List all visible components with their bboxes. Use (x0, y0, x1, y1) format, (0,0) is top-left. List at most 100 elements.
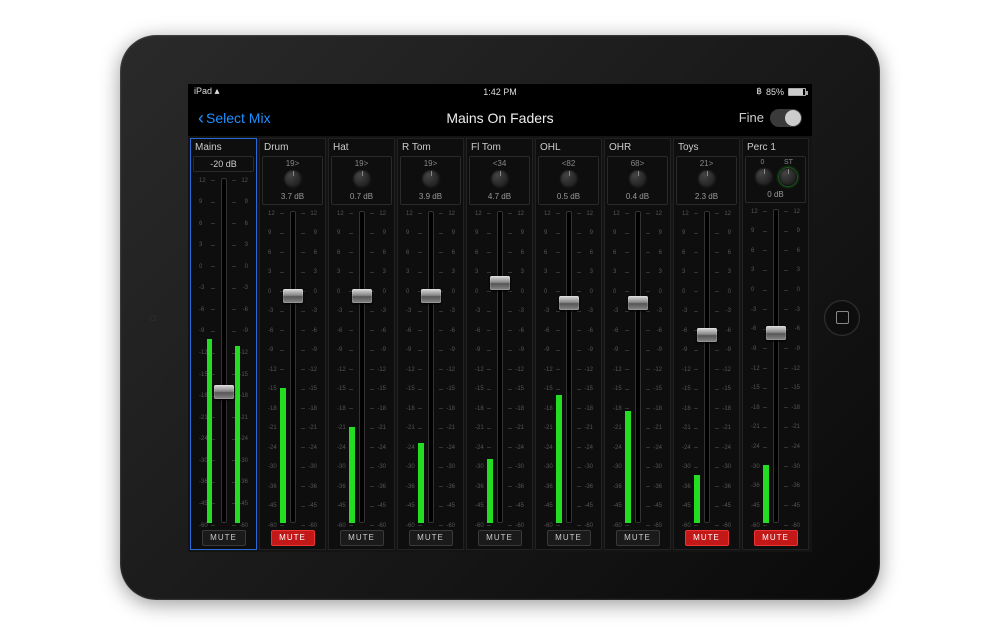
fader-area: 121299663300-3-3-6-6-9-9-12-12-15-15-18-… (331, 207, 392, 527)
fader-track[interactable] (290, 211, 296, 523)
fader-track[interactable] (773, 209, 779, 523)
channel-name: Toys (676, 142, 699, 154)
level-meter (763, 465, 769, 523)
pan-knob[interactable] (698, 170, 716, 188)
pan-knob[interactable] (422, 170, 440, 188)
channel-strip: Fl Tom<344.7 dB121299663300-3-3-6-6-9-9-… (466, 138, 533, 550)
pan-knob[interactable] (491, 170, 509, 188)
pan-value: 19> (424, 159, 438, 168)
scale-tick: -60-60 (199, 523, 248, 529)
fader-cap[interactable] (421, 289, 441, 303)
screen: iPad ▴ 1:42 PM ฿ 85% ‹ Select Mix Mains … (188, 84, 812, 552)
fader-cap[interactable] (559, 296, 579, 310)
battery-icon (788, 88, 806, 96)
channel-strip: Toys21>2.3 dB121299663300-3-3-6-6-9-9-12… (673, 138, 740, 550)
camera-dot (150, 315, 156, 321)
fader-cap[interactable] (766, 326, 786, 340)
fader-track[interactable] (428, 211, 434, 523)
fader-track[interactable] (635, 211, 641, 523)
level-meter (556, 395, 562, 523)
pan-knob[interactable] (353, 170, 371, 188)
fader-area: 121299663300-3-3-6-6-9-9-12-12-15-15-18-… (538, 207, 599, 527)
mute-button[interactable]: MUTE (616, 530, 660, 546)
home-button[interactable] (824, 300, 860, 336)
fader-area: 121299663300-3-3-6-6-9-9-12-12-15-15-18-… (745, 205, 806, 527)
channel-strip: OHR 68>0.4 dB121299663300-3-3-6-6-9-9-12-… (604, 138, 671, 550)
level-meter (235, 346, 240, 523)
channel-name: Hat (331, 142, 349, 154)
level-meter (207, 339, 212, 523)
pan-box: 19>0.7 dB (331, 156, 392, 205)
fader-track[interactable] (566, 211, 572, 523)
mixer: Mains-20 dB121299663300-3-3-6-6-9-9-12-1… (188, 136, 812, 552)
channel-strip: Hat 19>0.7 dB121299663300-3-3-6-6-9-9-12-… (328, 138, 395, 550)
pan-box: <344.7 dB (469, 156, 530, 205)
fader-cap[interactable] (628, 296, 648, 310)
fader-track[interactable] (359, 211, 365, 523)
pan-box: 19>3.7 dB (262, 156, 323, 205)
scale-tick: -60-60 (544, 523, 593, 529)
pan-value: 19> (355, 159, 369, 168)
scale-tick: -60-60 (406, 523, 455, 529)
pan-box: 21>2.3 dB (676, 156, 737, 205)
pan-box: <82 0.5 dB (538, 156, 599, 205)
mute-button[interactable]: MUTE (547, 530, 591, 546)
fader-cap[interactable] (214, 385, 234, 399)
fine-toggle-group: Fine (739, 109, 802, 127)
fader-track[interactable] (704, 211, 710, 523)
page-title: Mains On Faders (446, 110, 553, 126)
mute-button[interactable]: MUTE (409, 530, 453, 546)
scale-tick: -60-60 (751, 523, 800, 529)
bluetooth-icon: ฿ (756, 86, 762, 97)
ipad-frame: iPad ▴ 1:42 PM ฿ 85% ‹ Select Mix Mains … (120, 35, 880, 600)
channel-name: Perc 1 (745, 142, 776, 154)
fader-cap[interactable] (352, 289, 372, 303)
master-strip: Mains-20 dB121299663300-3-3-6-6-9-9-12-1… (190, 138, 257, 550)
pan-knob-r[interactable] (779, 168, 797, 186)
pan-value: <82 (562, 159, 576, 168)
pan-knob[interactable] (284, 170, 302, 188)
channel-name: OHR (607, 142, 631, 154)
gain-value: 2.3 dB (695, 190, 718, 202)
battery-pct: 85% (766, 87, 784, 97)
mute-button[interactable]: MUTE (478, 530, 522, 546)
channel-name: Drum (262, 142, 288, 154)
gain-value: 0.4 dB (626, 190, 649, 202)
fader-cap[interactable] (283, 289, 303, 303)
fader-cap[interactable] (490, 276, 510, 290)
mute-button[interactable]: MUTE (754, 530, 798, 546)
fader-cap[interactable] (697, 328, 717, 342)
mute-button[interactable]: MUTE (271, 530, 315, 546)
channel-strip: OHL<82 0.5 dB 121299663300-3-3-6-6-9-9-12-… (535, 138, 602, 550)
channel-strip: Drum19>3.7 dB121299663300-3-3-6-6-9-9-12… (259, 138, 326, 550)
pan-stereo-values: 0ST (754, 159, 798, 166)
pan-knob-l[interactable] (755, 168, 773, 186)
gain-value: 0.5 dB (557, 190, 580, 202)
status-time: 1:42 PM (483, 87, 517, 97)
back-label: Select Mix (206, 110, 271, 126)
level-meter (418, 443, 424, 523)
chevron-left-icon: ‹ (198, 109, 204, 127)
scale-tick: -60-60 (475, 523, 524, 529)
pan-value: 19> (286, 159, 300, 168)
status-right: ฿ 85% (756, 86, 806, 97)
channel-strip: Perc 10ST0 dB121299663300-3-3-6-6-9-9-12… (742, 138, 809, 550)
pan-knob[interactable] (560, 170, 578, 188)
mute-button[interactable]: MUTE (340, 530, 384, 546)
mute-button[interactable]: MUTE (202, 530, 246, 546)
fader-track[interactable] (221, 178, 227, 523)
wifi-icon: ▴ (215, 86, 220, 97)
scale-tick: -60-60 (337, 523, 386, 529)
scale-tick: -60-60 (268, 523, 317, 529)
pan-box: 68>0.4 dB (607, 156, 668, 205)
fader-track[interactable] (497, 211, 503, 523)
scale-tick: -60-60 (613, 523, 662, 529)
channel-name: OHL (538, 142, 561, 154)
fine-label: Fine (739, 110, 764, 125)
fader-area: 121299663300-3-3-6-6-9-9-12-12-15-15-18-… (607, 207, 668, 527)
pan-knob[interactable] (629, 170, 647, 188)
scale-tick: -60-60 (682, 523, 731, 529)
fine-switch[interactable] (770, 109, 802, 127)
back-button[interactable]: ‹ Select Mix (198, 109, 271, 127)
mute-button[interactable]: MUTE (685, 530, 729, 546)
